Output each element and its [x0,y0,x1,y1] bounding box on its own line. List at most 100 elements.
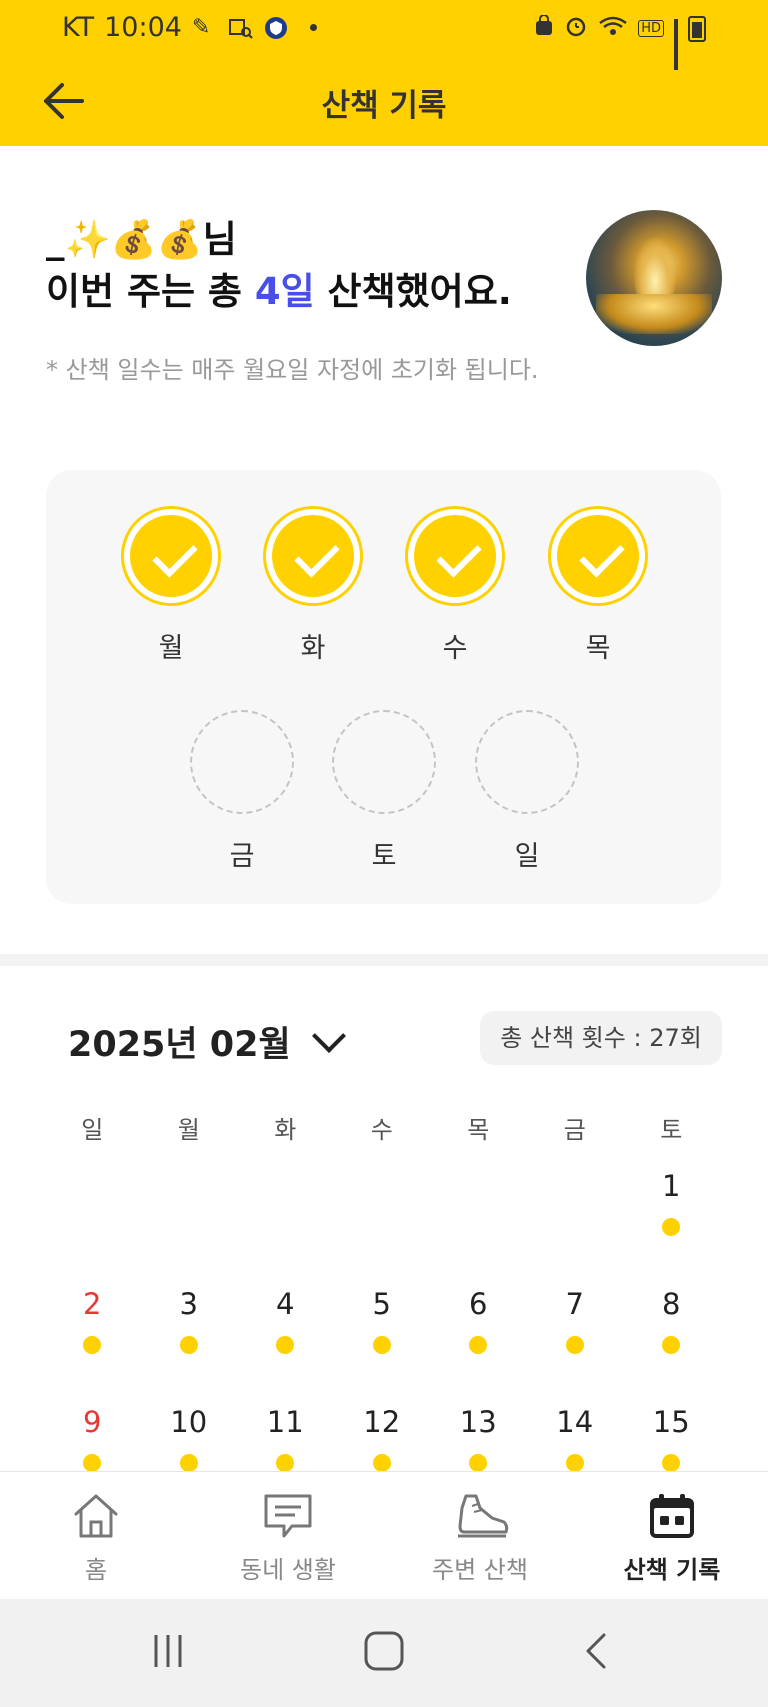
weekday-label: 수 [370,1116,393,1144]
check-icon [579,532,625,578]
day-label: 금 [229,841,255,872]
calendar-day[interactable]: 8 [623,1268,720,1386]
home-square-icon [364,1631,404,1671]
day-empty-circle [332,710,436,814]
status-left: KT 10:04 ✎ [62,12,317,43]
status-bar: KT 10:04 ✎ HD [0,0,768,70]
shield-app-icon [264,16,290,40]
day-wed: 수 [400,506,510,665]
vpn-icon [534,14,554,42]
section-divider [0,954,768,966]
weekly-walk-status: 월 화 수 목 금 토 일 [46,470,721,904]
nav-label: 산책 기록 [623,1556,721,1584]
day-label: 월 [158,633,184,664]
weekday-label: 월 [177,1116,200,1144]
walk-dot [276,1454,295,1472]
wifi-icon [598,15,628,42]
day-fri: 금 [187,710,297,873]
check-icon [436,532,482,578]
nav-walk-record[interactable]: 산책 기록 [576,1472,768,1600]
walk-dot [83,1336,102,1354]
day-done-circle [548,506,648,606]
greeting: _✨💰💰님 이번 주는 총 4일 산책했어요. [46,214,512,318]
weekday-label: 금 [563,1116,586,1144]
walk-dot [372,1454,391,1472]
nav-neighborhood[interactable]: 동네 생활 [192,1472,384,1600]
day-number: 10 [170,1405,208,1439]
month-selector[interactable]: 2025년 02월 [68,1016,346,1067]
calendar-day[interactable]: 7 [527,1268,624,1386]
day-number: 1 [662,1169,681,1203]
day-sun: 일 [472,710,582,873]
bottom-nav: 홈 동네 생활 주변 산책 산책 기록 [0,1471,768,1600]
chart-search-icon [228,16,254,40]
calendar-day[interactable]: 1 [623,1150,720,1268]
walk-dot [662,1336,681,1354]
user-name: _✨💰💰님 [46,218,237,261]
calendar-day[interactable]: 3 [141,1268,238,1386]
calendar-day[interactable]: 4 [237,1268,334,1386]
recent-apps-button[interactable] [150,1629,186,1677]
clock: 10:04 [104,12,182,43]
calendar-day-empty [527,1150,624,1268]
calendar-day-empty [237,1150,334,1268]
calendar-day[interactable]: 2 [44,1268,141,1386]
day-tue: 화 [258,506,368,665]
day-label: 토 [371,841,397,872]
day-number: 13 [459,1405,497,1439]
reset-note: * 산책 일수는 매주 월요일 자정에 초기화 됩니다. [46,356,539,384]
calendar-day-empty [141,1150,238,1268]
weekday-label: 일 [81,1116,104,1144]
day-done-circle [263,506,363,606]
calendar-icon [646,1492,698,1540]
system-back-button[interactable] [582,1629,612,1677]
day-number: 9 [83,1405,102,1439]
weekday-label: 토 [660,1116,683,1144]
calendar-day-empty [334,1150,431,1268]
walk-dot [565,1336,584,1354]
walk-dot [179,1454,198,1472]
walk-dot [469,1454,488,1472]
day-done-circle [121,506,221,606]
day-label: 수 [442,633,468,664]
status-right: HD [534,14,706,70]
check-icon [152,532,198,578]
avatar[interactable] [586,210,722,346]
check-icon [294,532,340,578]
weekday-label: 화 [274,1116,297,1144]
day-number: 15 [652,1405,690,1439]
day-number: 8 [662,1287,681,1321]
nav-label: 동네 생활 [240,1556,336,1584]
day-label: 목 [585,633,611,664]
walk-dot [662,1454,681,1472]
system-nav-bar [0,1599,768,1707]
signal-icon [674,18,678,70]
day-empty-circle [475,710,579,814]
day-thu: 목 [543,506,653,665]
calendar-day-empty [44,1150,141,1268]
battery-icon [688,15,706,42]
recent-apps-icon [154,1635,182,1667]
walk-dot [662,1218,681,1236]
summary-suffix: 산책했어요. [314,270,512,313]
day-label: 일 [514,841,540,872]
home-icon [70,1492,122,1540]
day-number: 6 [469,1287,488,1321]
walk-dot [469,1336,488,1354]
day-label: 화 [300,633,326,664]
home-system-button[interactable] [362,1629,406,1677]
calendar-day[interactable]: 5 [334,1268,431,1386]
month-label: 2025년 02월 [68,1025,291,1065]
nav-home[interactable]: 홈 [0,1472,192,1600]
walk-dot [372,1336,391,1354]
shoe-icon [454,1492,509,1540]
chevron-left-icon [586,1633,606,1669]
alarm-icon [564,14,588,43]
nav-nearby-walk[interactable]: 주변 산책 [384,1472,576,1600]
day-number: 11 [266,1405,304,1439]
calendar-day[interactable]: 6 [430,1268,527,1386]
nav-label: 홈 [84,1556,108,1584]
weekday-header: 일 월 화 수 목 금 토 [44,1110,720,1150]
day-mon: 월 [116,506,226,665]
walk-dot [276,1336,295,1354]
